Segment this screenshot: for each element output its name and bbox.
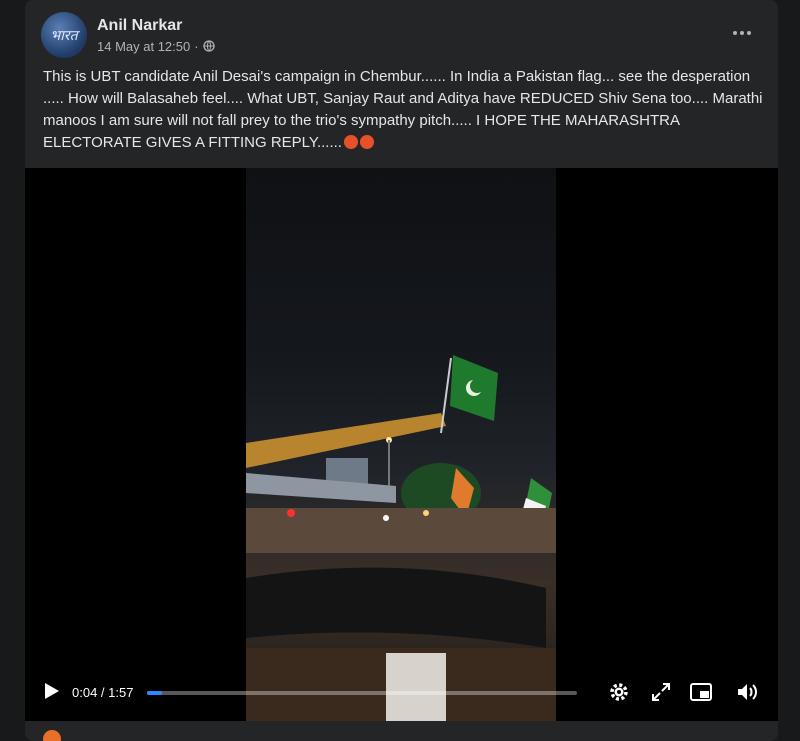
rickshaw-roof — [246, 567, 546, 648]
avatar[interactable]: भारत — [41, 12, 87, 58]
reaction-icon[interactable] — [43, 730, 61, 741]
video-player[interactable]: 0:04 / 1:57 — [25, 168, 778, 721]
video-time: 0:04 / 1:57 — [72, 685, 133, 700]
avatar-text: भारत — [50, 27, 78, 44]
current-time: 0:04 — [72, 685, 98, 700]
angry-face-emoji — [343, 135, 358, 149]
post-text: This is UBT candidate Anil Desai's campa… — [43, 68, 763, 151]
play-icon[interactable] — [41, 681, 61, 701]
overpass — [246, 473, 396, 503]
post-meta: Anil Narkar 14 May at 12:50 · — [97, 17, 215, 54]
time-separator: / — [97, 685, 109, 700]
post-header: भारत Anil Narkar 14 May at 12:50 · — [41, 12, 215, 58]
video-scene — [246, 355, 556, 721]
picture-in-picture-icon[interactable] — [689, 680, 713, 704]
globe-icon — [202, 40, 215, 52]
gear-icon[interactable] — [607, 680, 631, 704]
post-date[interactable]: 14 May at 12:50 — [97, 39, 190, 54]
post-subline: 14 May at 12:50 · — [97, 39, 215, 54]
duration: 1:57 — [108, 685, 134, 700]
progress-fill — [147, 691, 162, 695]
expand-icon[interactable] — [649, 680, 673, 704]
angry-face-emoji — [359, 135, 374, 149]
volume-icon[interactable] — [735, 680, 759, 704]
post-card: भारत Anil Narkar 14 May at 12:50 · This … — [25, 0, 778, 741]
video-controls: 0:04 / 1:57 — [25, 663, 778, 721]
more-options-icon[interactable] — [728, 22, 756, 44]
author-name[interactable]: Anil Narkar — [97, 17, 215, 35]
flagpole — [440, 357, 452, 434]
video-frame — [246, 168, 556, 721]
progress-bar[interactable] — [147, 691, 577, 695]
post-body: This is UBT candidate Anil Desai's campa… — [43, 66, 763, 154]
separator: · — [194, 38, 199, 54]
